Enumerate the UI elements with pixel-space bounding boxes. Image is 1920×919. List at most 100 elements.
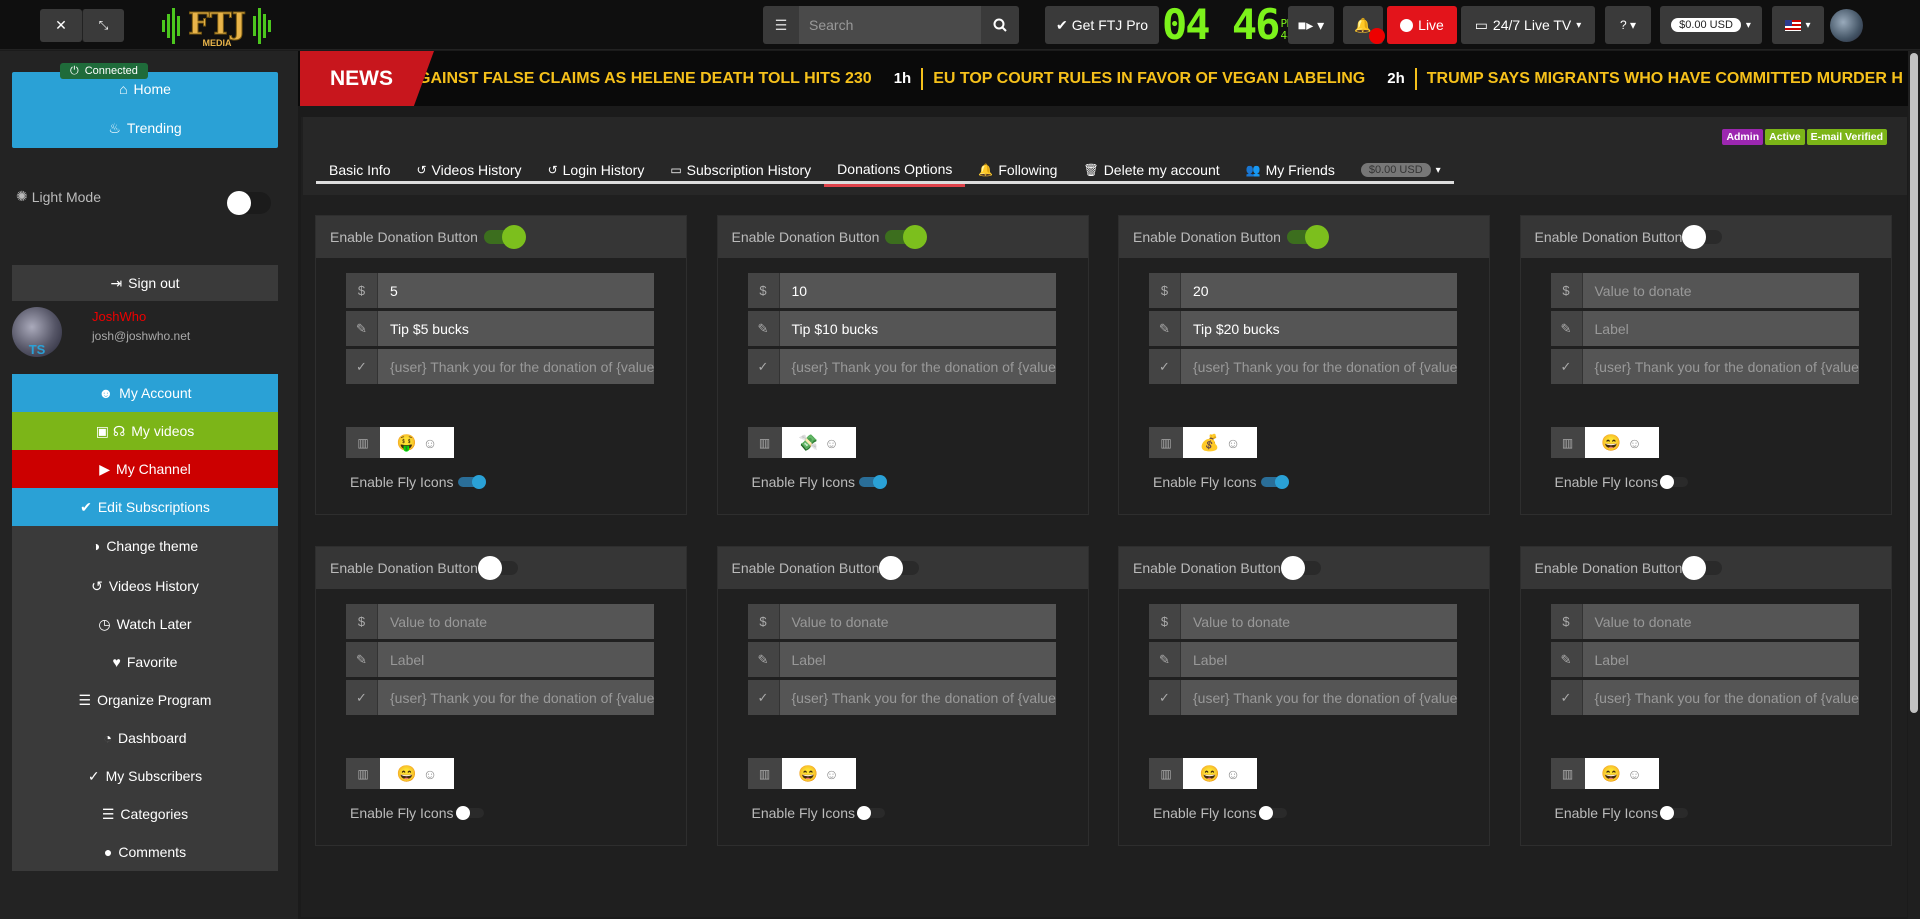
sidebar-item-organize-program[interactable]: ☰ Organize Program — [12, 682, 278, 718]
news-headline[interactable]: TRUMP SAYS MIGRANTS WHO HAVE COMMITTED M… — [1427, 70, 1903, 88]
page-scrollbar[interactable] — [1908, 51, 1920, 919]
emoji-select[interactable]: 😄 ☺ — [1584, 758, 1659, 789]
user-name[interactable]: JoshWho — [92, 309, 146, 324]
enable-donation-toggle[interactable] — [477, 556, 518, 580]
donation-label-input[interactable]: Label — [779, 642, 1056, 677]
cake-icon: ▥ — [346, 427, 380, 458]
sidebar-item-edit-subscriptions[interactable]: ✔ Edit Subscriptions — [12, 488, 278, 526]
donation-value-input[interactable]: 20 — [1181, 273, 1457, 308]
donation-message-input[interactable]: {user} Thank you for the donation of {va… — [1181, 349, 1457, 384]
sidebar-item-my-channel[interactable]: ▶ My Channel — [12, 450, 278, 488]
emoji-select[interactable]: 😄 ☺ — [1584, 427, 1659, 458]
donation-value-input[interactable]: 10 — [779, 273, 1056, 308]
notifications-button[interactable]: 🔔 — [1343, 6, 1385, 44]
news-headline[interactable]: GAINST FALSE CLAIMS AS HELENE DEATH TOLL… — [418, 70, 872, 88]
donation-label-input[interactable]: Label — [1582, 311, 1859, 346]
scrollbar-thumb[interactable] — [1910, 53, 1918, 713]
enable-donation-toggle[interactable] — [1682, 225, 1723, 249]
enable-donation-toggle[interactable] — [1280, 556, 1321, 580]
live-button[interactable]: Live — [1387, 6, 1457, 44]
donation-value-input[interactable]: Value to donate — [1181, 604, 1457, 639]
tab-donations-options[interactable]: Donations Options — [824, 156, 966, 187]
donation-label-input[interactable]: Label — [1582, 642, 1859, 677]
user-circle-icon: ☻ — [98, 385, 114, 401]
emoji-select[interactable]: 😄 ☺ — [380, 758, 454, 789]
sidebar-item-my-videos[interactable]: ▣ ☊ My videos — [12, 412, 278, 450]
enable-donation-toggle[interactable] — [1682, 556, 1723, 580]
sidebar-item-my-account[interactable]: ☻ My Account — [12, 374, 278, 412]
news-headline[interactable]: EU TOP COURT RULES IN FAVOR OF VEGAN LAB… — [933, 70, 1365, 88]
sidebar-item-videos-history[interactable]: ↺ Videos History — [12, 568, 278, 604]
fly-icons-toggle[interactable] — [1660, 806, 1688, 820]
enable-donation-toggle[interactable] — [483, 225, 526, 249]
tab-login-history[interactable]: ↺ Login History — [535, 156, 658, 184]
sidebar-item-watch-later[interactable]: ◷ Watch Later — [12, 606, 278, 642]
search-input[interactable] — [799, 6, 981, 44]
sign-out-button[interactable]: ⇥ Sign out — [12, 265, 278, 301]
tab-my-friends[interactable]: 👥 My Friends — [1233, 156, 1348, 184]
donation-message-input[interactable]: {user} Thank you for the donation of {va… — [378, 680, 654, 715]
camera-dropdown[interactable]: ■▸ ▾ — [1288, 6, 1334, 44]
compress-button[interactable]: ⤡ — [82, 9, 124, 42]
enable-donation-toggle[interactable] — [1286, 225, 1329, 249]
emoji-select[interactable]: 😄 ☺ — [781, 758, 856, 789]
search-button[interactable] — [981, 6, 1019, 44]
emoji-select[interactable]: 🤑 ☺ — [380, 427, 454, 458]
get-pro-button[interactable]: ✔ Get FTJ Pro — [1045, 6, 1159, 44]
help-dropdown[interactable]: ? ▾ — [1605, 6, 1651, 44]
donation-card: Enable Donation Button $ Value to donate ✎ L… — [1519, 546, 1892, 846]
donation-label-input[interactable]: Tip $10 bucks — [779, 311, 1056, 346]
sidebar-item-comments[interactable]: ● Comments — [12, 834, 278, 870]
live-tv-dropdown[interactable]: ▭ 24/7 Live TV ▾ — [1461, 6, 1595, 44]
close-button[interactable]: ✕ — [40, 9, 82, 42]
tab-subscription-history[interactable]: ▭ Subscription History — [657, 156, 824, 184]
donation-message-input[interactable]: {user} Thank you for the donation of {va… — [378, 349, 654, 384]
donation-label-input[interactable]: Label — [378, 642, 654, 677]
site-logo[interactable]: FTJ MEDIA — [160, 4, 275, 48]
enable-donation-toggle[interactable] — [885, 225, 928, 249]
tab-balance-dropdown[interactable]: $0.00 USD ▾ — [1348, 156, 1454, 184]
donation-label-input[interactable]: Tip $5 bucks — [378, 311, 654, 346]
enable-donation-toggle[interactable] — [879, 556, 920, 580]
fly-icons-toggle[interactable] — [1258, 806, 1287, 820]
emoji-select[interactable]: 💰 ☺ — [1183, 427, 1257, 458]
donation-label-input[interactable]: Tip $20 bucks — [1181, 311, 1457, 346]
fly-icons-label: Enable Fly Icons — [751, 474, 856, 490]
fly-icons-toggle[interactable] — [457, 475, 486, 489]
fly-icons-toggle[interactable] — [857, 806, 885, 820]
fly-icons-toggle[interactable] — [1660, 475, 1688, 489]
donation-value-input[interactable]: Value to donate — [378, 604, 654, 639]
donation-message-input[interactable]: {user} Thank you for the donation of {va… — [779, 680, 1056, 715]
sidebar-item-dashboard[interactable]: ◔ Dashboard — [12, 720, 278, 756]
fly-icons-toggle[interactable] — [1260, 475, 1289, 489]
sidebar-item-change-theme[interactable]: ◑ Change theme — [12, 526, 278, 566]
donation-message-input[interactable]: {user} Thank you for the donation of {va… — [779, 349, 1056, 384]
emoji-select[interactable]: 💸 ☺ — [781, 427, 856, 458]
fly-icons-toggle[interactable] — [859, 475, 887, 489]
donation-value-input[interactable]: Value to donate — [1582, 273, 1859, 308]
dollar-icon: $ — [747, 273, 780, 308]
donation-message-input[interactable]: {user} Thank you for the donation of {va… — [1181, 680, 1457, 715]
tab-videos-history[interactable]: ↺ Videos History — [403, 156, 534, 184]
sidebar-item-favorite[interactable]: ♥ Favorite — [12, 644, 278, 680]
donation-message-input[interactable]: {user} Thank you for the donation of {va… — [1582, 680, 1859, 715]
donation-message-input[interactable]: {user} Thank you for the donation of {va… — [1582, 349, 1859, 384]
tab-delete-my-account[interactable]: 🗑 Delete my account — [1070, 156, 1232, 184]
donation-label-input[interactable]: Label — [1181, 642, 1457, 677]
filter-button[interactable]: ☰ — [763, 6, 799, 44]
balance-dropdown[interactable]: $0.00 USD ▾ — [1660, 6, 1762, 44]
donation-value-input[interactable]: Value to donate — [1582, 604, 1859, 639]
sidebar-item-categories[interactable]: ☰ Categories — [12, 796, 278, 832]
donation-value-input[interactable]: Value to donate — [779, 604, 1056, 639]
tab-following[interactable]: 🔔 Following — [965, 156, 1070, 184]
language-dropdown[interactable]: ▾ — [1772, 6, 1824, 44]
donation-value-input[interactable]: 5 — [378, 273, 654, 308]
light-mode-toggle[interactable] — [227, 191, 271, 215]
tab-basic-info[interactable]: Basic Info — [316, 156, 403, 184]
emoji-select[interactable]: 😄 ☺ — [1183, 758, 1257, 789]
fly-icons-toggle[interactable] — [455, 806, 484, 820]
sidebar-item-my-subscribers[interactable]: ✓ My Subscribers — [12, 758, 278, 794]
profile-avatar[interactable] — [1830, 9, 1863, 42]
sidebar-item-trending[interactable]: ♨ Trending — [12, 110, 278, 146]
user-avatar[interactable]: TS — [12, 307, 62, 357]
